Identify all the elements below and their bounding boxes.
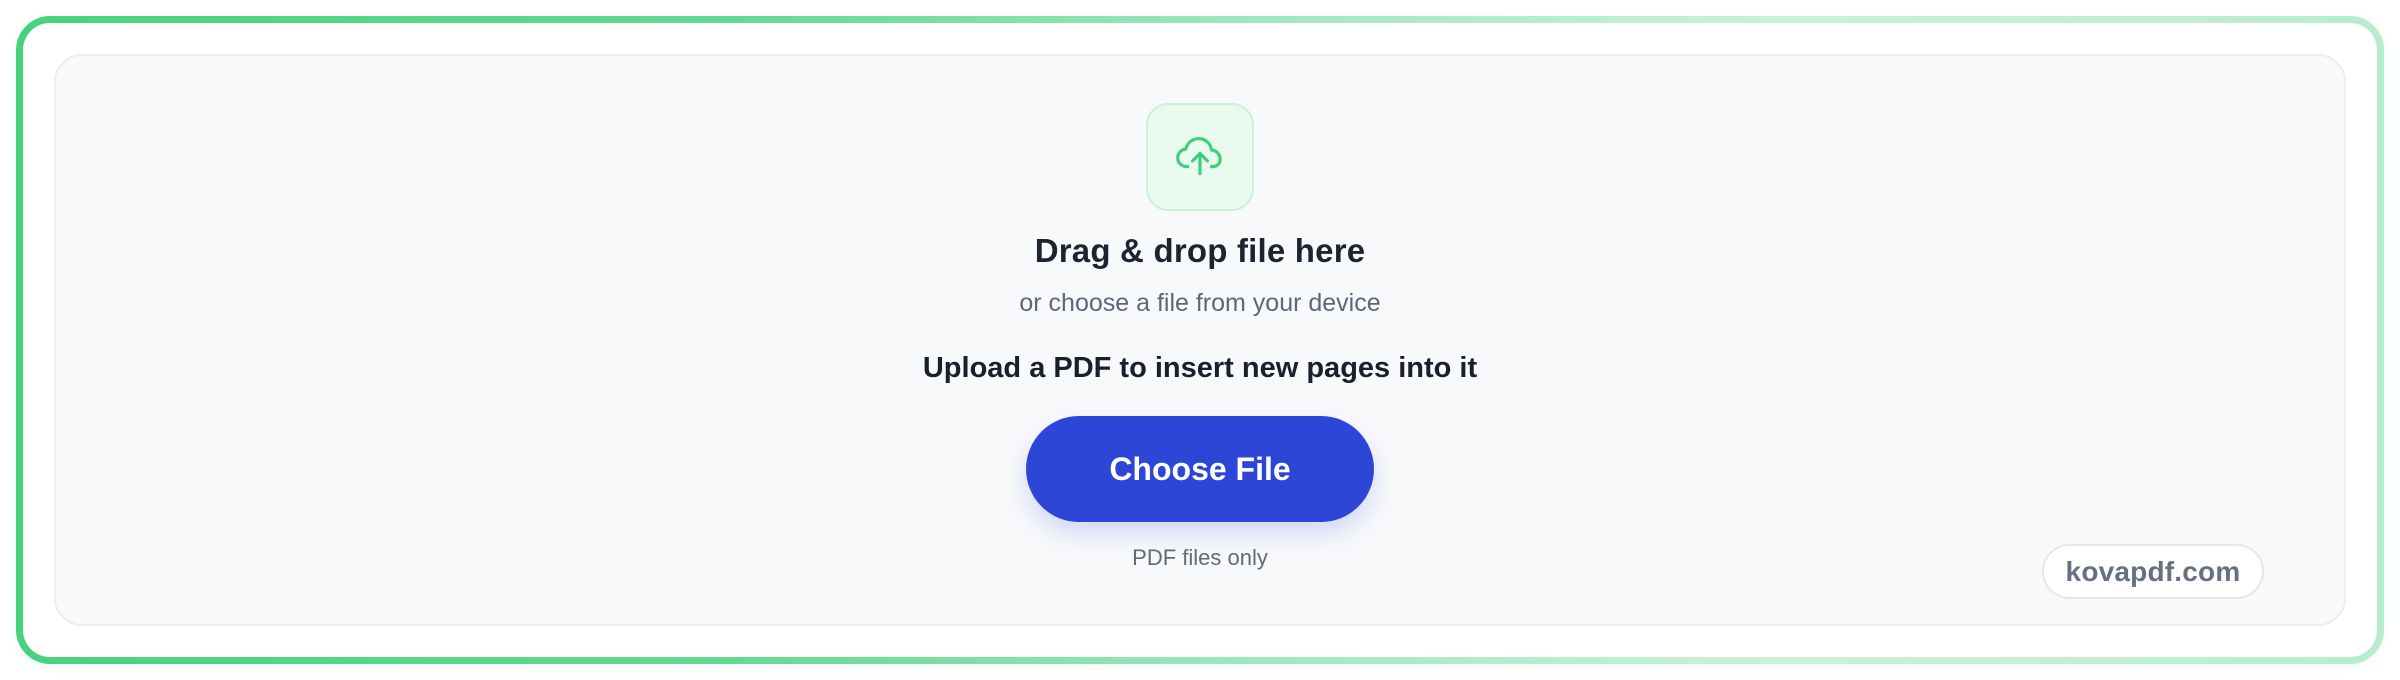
cloud-upload-icon	[1176, 137, 1222, 176]
brand-watermark: kovapdf.com	[2042, 544, 2264, 599]
upload-instruction: Upload a PDF to insert new pages into it	[922, 352, 1478, 384]
file-type-hint: PDF files only	[1132, 545, 1268, 570]
upload-icon-container	[1146, 103, 1254, 211]
choose-file-button[interactable]: Choose File	[1026, 416, 1374, 522]
upload-subtitle: or choose a file from your device	[1019, 289, 1381, 317]
drag-drop-title: Drag & drop file here	[1034, 232, 1366, 269]
